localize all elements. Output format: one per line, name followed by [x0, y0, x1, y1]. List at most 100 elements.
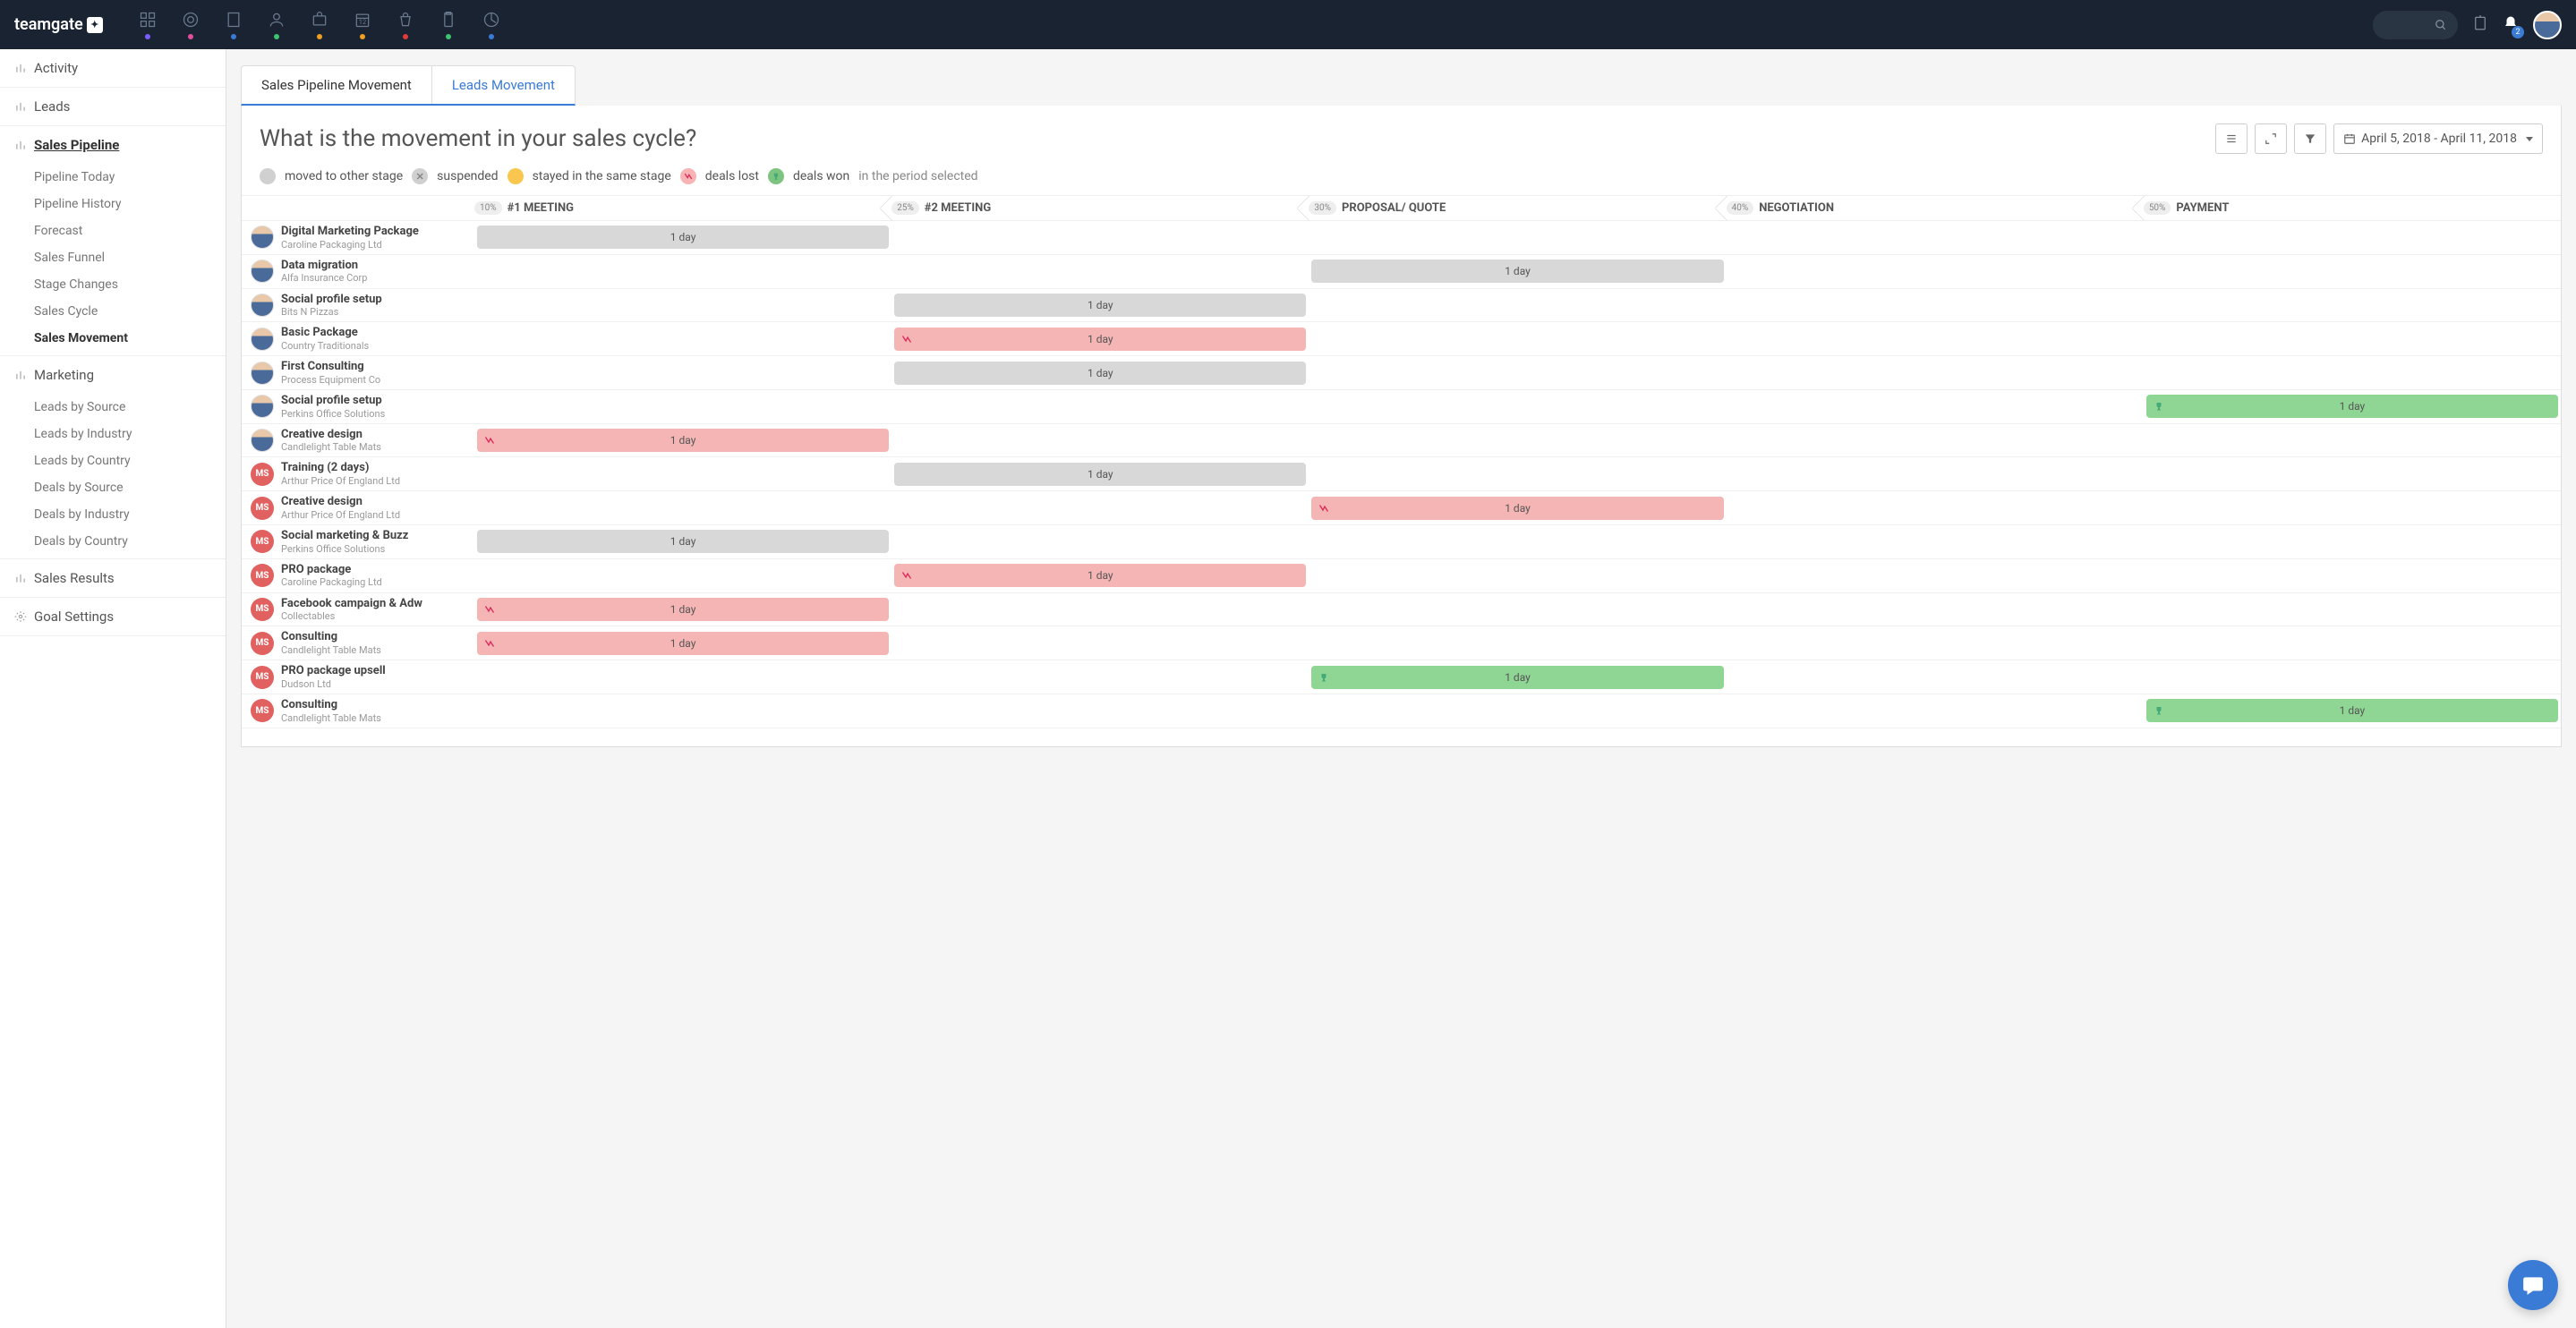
sidebar-section-goal-settings[interactable]: Goal Settings	[0, 598, 226, 635]
header-buttons: April 5, 2018 - April 11, 2018	[2215, 123, 2543, 154]
top-nav-icon-8[interactable]	[482, 11, 500, 39]
deal-row[interactable]: First ConsultingProcess Equipment Co 1 da…	[242, 356, 2561, 390]
chat-button[interactable]	[2508, 1260, 2558, 1310]
deal-row[interactable]: Creative designCandlelight Table Mats1 d…	[242, 424, 2561, 458]
deal-row[interactable]: MSSocial marketing & BuzzPerkins Office …	[242, 525, 2561, 559]
duration-bar[interactable]: 1 day	[894, 463, 1306, 486]
top-nav-icon-6[interactable]	[397, 11, 414, 39]
sidebar-section-leads[interactable]: Leads	[0, 88, 226, 125]
sidebar-item-stage-changes[interactable]: Stage Changes	[0, 271, 226, 298]
duration-bar[interactable]: 1 day	[1311, 260, 1723, 283]
sidebar-item-leads-by-country[interactable]: Leads by Country	[0, 447, 226, 474]
bars-cell: 1 day	[474, 662, 2561, 693]
sidebar-section-marketing[interactable]: Marketing	[0, 356, 226, 394]
trophy-icon	[2154, 705, 2164, 716]
deal-row[interactable]: MSPRO package upsellDudson Ltd1 day	[242, 660, 2561, 694]
filter-button[interactable]	[2294, 123, 2326, 154]
top-nav-icon-0[interactable]	[139, 11, 157, 39]
sidebar-section-sales-pipeline[interactable]: Sales Pipeline	[0, 126, 226, 164]
deal-row[interactable]: MSConsultingCandlelight Table Mats 1 day	[242, 694, 2561, 728]
tab-sales-pipeline-movement[interactable]: Sales Pipeline Movement	[242, 66, 432, 104]
duration-bar[interactable]: 1 day	[477, 598, 889, 621]
legend-swatch-lost	[680, 168, 696, 184]
sidebar-item-forecast[interactable]: Forecast	[0, 217, 226, 244]
calendar-icon	[2343, 132, 2356, 145]
deal-row[interactable]: MSFacebook campaign & AdwCollectables1 d…	[242, 593, 2561, 627]
deal-company: Country Traditionals	[281, 340, 369, 352]
export-icon[interactable]	[2472, 15, 2488, 35]
legend-swatch-stayed	[508, 168, 524, 184]
sidebar-section-sales-results[interactable]: Sales Results	[0, 559, 226, 597]
duration-bar[interactable]: 1 day	[477, 226, 889, 249]
top-nav-icon-5[interactable]: 12	[354, 11, 371, 39]
row-avatar: MS	[251, 564, 274, 587]
deal-row[interactable]: Digital Marketing PackageCaroline Packag…	[242, 221, 2561, 255]
deal-row[interactable]: Social profile setupBits N Pizzas1 day	[242, 289, 2561, 323]
sidebar-item-leads-by-source[interactable]: Leads by Source	[0, 394, 226, 421]
duration-bar[interactable]: 1 day	[894, 362, 1306, 385]
row-avatar: MS	[251, 598, 274, 621]
sidebar: ActivityLeadsSales PipelinePipeline Toda…	[0, 49, 226, 1328]
duration-bar[interactable]: 1 day	[1311, 497, 1723, 520]
expand-button[interactable]	[2255, 123, 2287, 154]
sidebar-item-sales-cycle[interactable]: Sales Cycle	[0, 298, 226, 325]
filter-icon	[2304, 132, 2316, 145]
deal-row[interactable]: Social profile setupPerkins Office Solut…	[242, 390, 2561, 424]
date-range-button[interactable]: April 5, 2018 - April 11, 2018	[2333, 123, 2543, 154]
deal-row[interactable]: MSCreative designArthur Price Of England…	[242, 491, 2561, 525]
deal-company: Perkins Office Solutions	[281, 408, 385, 420]
user-avatar[interactable]	[2533, 11, 2562, 39]
stage-header: 25%#2 MEETING	[891, 201, 1309, 215]
main-content: Sales Pipeline MovementLeads Movement Wh…	[226, 49, 2576, 1328]
notification-count: 2	[2512, 26, 2524, 38]
deal-cell: Social profile setupPerkins Office Solut…	[242, 390, 474, 423]
search-input[interactable]	[2373, 11, 2458, 39]
duration-bar[interactable]: 1 day	[2146, 395, 2558, 418]
top-nav-icon-1[interactable]	[182, 11, 200, 39]
sidebar-section-activity[interactable]: Activity	[0, 49, 226, 87]
deal-row[interactable]: MSPRO packageCaroline Packaging Ltd1 day	[242, 559, 2561, 593]
sidebar-item-deals-by-source[interactable]: Deals by Source	[0, 474, 226, 501]
top-nav-icon-2[interactable]	[225, 11, 243, 39]
deal-row[interactable]: MSConsultingCandlelight Table Mats1 day	[242, 626, 2561, 660]
deal-company: Perkins Office Solutions	[281, 543, 408, 555]
deal-row[interactable]: Data migrationAlfa Insurance Corp1 day	[242, 255, 2561, 289]
row-avatar	[251, 260, 274, 283]
list-view-button[interactable]	[2215, 123, 2248, 154]
duration-bar[interactable]: 1 day	[1311, 666, 1723, 689]
duration-bar[interactable]: 1 day	[2146, 699, 2558, 722]
sidebar-item-pipeline-today[interactable]: Pipeline Today	[0, 164, 226, 191]
sidebar-item-deals-by-country[interactable]: Deals by Country	[0, 528, 226, 555]
topbar: teamgate ✦ 12 2	[0, 0, 2576, 49]
sidebar-item-pipeline-history[interactable]: Pipeline History	[0, 191, 226, 217]
deal-cell: MSConsultingCandlelight Table Mats	[242, 694, 474, 728]
notifications-button[interactable]: 2	[2503, 15, 2519, 35]
row-avatar: MS	[251, 632, 274, 655]
deal-name: First Consulting	[281, 360, 380, 374]
deal-row[interactable]: MSTraining (2 days)Arthur Price Of Engla…	[242, 457, 2561, 491]
deal-cell: First ConsultingProcess Equipment Co	[242, 356, 474, 389]
bar-duration: 1 day	[1088, 569, 1113, 582]
sidebar-item-deals-by-industry[interactable]: Deals by Industry	[0, 501, 226, 528]
top-nav-icon-4[interactable]	[311, 11, 328, 39]
duration-bar[interactable]: 1 day	[477, 530, 889, 553]
sidebar-item-sales-funnel[interactable]: Sales Funnel	[0, 244, 226, 271]
legend-swatch-suspended: ✕	[412, 168, 428, 184]
duration-bar[interactable]: 1 day	[477, 429, 889, 452]
bar-duration: 1 day	[1088, 468, 1113, 481]
top-nav-icon-7[interactable]	[439, 11, 457, 39]
deal-name: Basic Package	[281, 326, 369, 340]
legend-won: deals won	[793, 169, 849, 183]
duration-bar[interactable]: 1 day	[894, 328, 1306, 351]
deal-name: Creative design	[281, 495, 400, 509]
duration-bar[interactable]: 1 day	[894, 564, 1306, 587]
duration-bar[interactable]: 1 day	[477, 632, 889, 655]
deal-row[interactable]: Basic PackageCountry Traditionals 1 day	[242, 322, 2561, 356]
deal-name: Social profile setup	[281, 394, 385, 408]
tab-leads-movement[interactable]: Leads Movement	[432, 66, 575, 104]
logo[interactable]: teamgate ✦	[14, 15, 103, 34]
sidebar-item-leads-by-industry[interactable]: Leads by Industry	[0, 421, 226, 447]
sidebar-item-sales-movement[interactable]: Sales Movement	[0, 325, 226, 352]
top-nav-icon-3[interactable]	[268, 11, 286, 39]
duration-bar[interactable]: 1 day	[894, 294, 1306, 317]
